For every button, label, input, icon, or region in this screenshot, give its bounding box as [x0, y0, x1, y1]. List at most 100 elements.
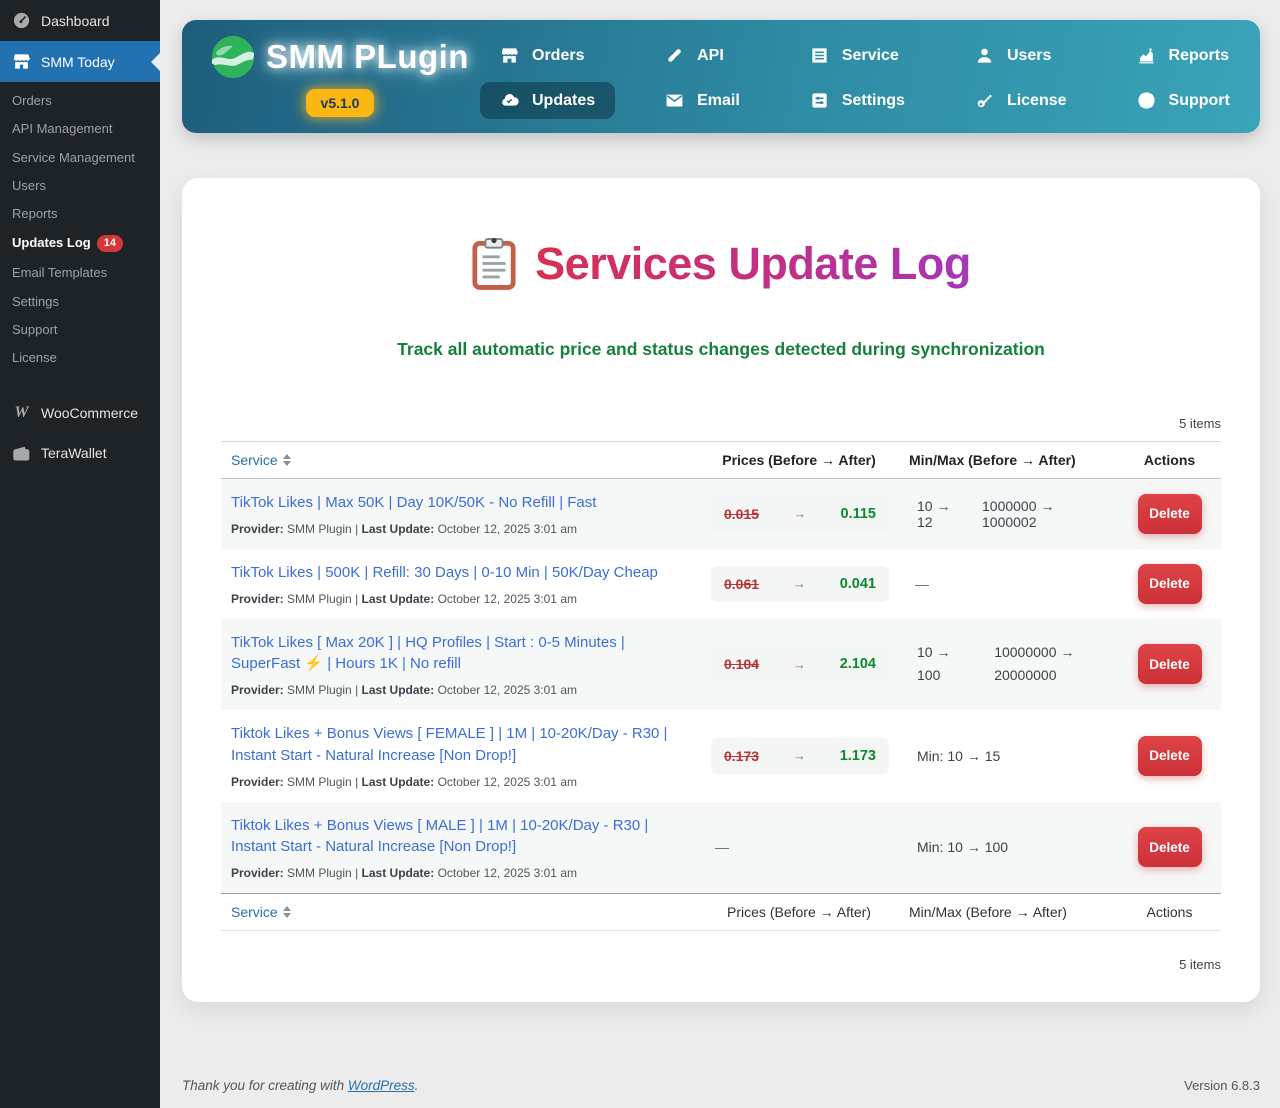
delete-button[interactable]: Delete	[1137, 827, 1202, 868]
minmax-header: Min/Max (Before → After)	[899, 441, 1118, 479]
sort-service-header[interactable]: Service	[231, 452, 291, 468]
envelope-icon	[665, 91, 684, 110]
woocommerce-icon: W	[14, 403, 29, 421]
nav-settings[interactable]: Settings	[790, 82, 925, 119]
smm-submenu: Orders API Management Service Management…	[0, 82, 160, 385]
delete-button[interactable]: Delete	[1137, 493, 1202, 534]
sidebar-item-woocommerce[interactable]: W WooCommerce	[0, 393, 160, 433]
nav-reports[interactable]: Reports	[1117, 37, 1250, 74]
nav-license[interactable]: License	[955, 82, 1087, 119]
sidebar-item-label: TeraWallet	[41, 445, 107, 462]
service-link[interactable]: TikTok Likes [ Max 20K ] | HQ Profiles |…	[231, 632, 689, 676]
brand-title: SMM PLugin	[266, 38, 469, 75]
table-row: Tiktok Likes + Bonus Views [ FEMALE ] | …	[221, 710, 1221, 802]
wp-admin-sidebar: Dashboard SMM Today Orders API Managemen…	[0, 0, 160, 1108]
minmax-value: Min: 10 → 100	[917, 839, 1009, 856]
minmax-value: Min: 10 → 15	[917, 747, 1001, 764]
price-change: 0.104 → 2.104	[711, 646, 889, 683]
main-card: Services Update Log Track all automatic …	[182, 178, 1260, 1002]
updates-table: Service Prices (Before → After) Min/Max …	[221, 441, 1221, 931]
clipboard-icon	[471, 236, 517, 291]
minmax-value: 10 → 12 1000000 → 1000002	[917, 497, 1055, 530]
user-icon	[975, 46, 994, 65]
delete-button[interactable]: Delete	[1137, 735, 1202, 776]
nav-orders[interactable]: Orders	[480, 37, 615, 74]
service-meta: Provider: SMM Plugin | Last Update: Octo…	[231, 591, 577, 606]
sidebar-subitem-users[interactable]: Users	[0, 172, 160, 200]
service-meta: Provider: SMM Plugin | Last Update: Octo…	[231, 866, 577, 880]
price-change: 0.061 → 0.041	[711, 565, 889, 602]
arrow-icon: →	[792, 576, 806, 592]
wordpress-link[interactable]: WordPress	[348, 1078, 415, 1093]
sidebar-item-label: Dashboard	[41, 12, 110, 29]
sidebar-subitem-settings[interactable]: Settings	[0, 288, 160, 316]
sidebar-item-label: SMM Today	[41, 53, 115, 70]
key-icon	[975, 91, 994, 110]
store-icon	[500, 46, 519, 65]
minmax-value: —	[915, 575, 929, 592]
actions-header: Actions	[1118, 441, 1221, 479]
sidebar-item-label: WooCommerce	[41, 404, 138, 421]
nav-users[interactable]: Users	[955, 37, 1087, 74]
minmax-value: 10 → 100 10000000 → 20000000	[917, 644, 1075, 684]
version-badge: v5.1.0	[305, 89, 375, 117]
arrow-icon: →	[793, 506, 807, 522]
items-count-bottom: 5 items	[1179, 957, 1221, 972]
delete-button[interactable]: Delete	[1137, 644, 1202, 685]
service-link[interactable]: Tiktok Likes + Bonus Views [ MALE ] | 1M…	[231, 815, 689, 859]
table-row: TikTok Likes | Max 50K | Day 10K/50K - N…	[221, 478, 1221, 549]
dashboard-icon	[12, 11, 31, 30]
nav-api[interactable]: API	[645, 37, 760, 74]
arrow-icon: →	[792, 656, 806, 672]
page-subtitle: Track all automatic price and status cha…	[397, 339, 1045, 359]
sidebar-subitem-updates-log[interactable]: Updates Log 14	[0, 228, 160, 259]
sort-service-footer[interactable]: Service	[231, 904, 291, 920]
service-link[interactable]: TikTok Likes | Max 50K | Day 10K/50K - N…	[231, 492, 689, 514]
smm-logo-icon	[211, 35, 255, 79]
chart-icon	[1137, 46, 1156, 65]
price-change: 0.015 → 0.115	[711, 495, 889, 532]
nav-support[interactable]: Support	[1117, 82, 1250, 119]
cloud-check-icon	[500, 91, 519, 110]
page-title-row: Services Update Log	[221, 236, 1221, 291]
items-count-top: 5 items	[1179, 416, 1221, 431]
sort-icon	[282, 454, 291, 466]
wallet-icon	[12, 444, 31, 463]
table-row: TikTok Likes [ Max 20K ] | HQ Profiles |…	[221, 618, 1221, 710]
page-title: Services Update Log	[535, 237, 971, 289]
sliders-icon	[810, 91, 829, 110]
sidebar-subitem-reports[interactable]: Reports	[0, 200, 160, 228]
table-header-row: Service Prices (Before → After) Min/Max …	[221, 441, 1221, 479]
service-link[interactable]: Tiktok Likes + Bonus Views [ FEMALE ] | …	[231, 723, 689, 767]
service-meta: Provider: SMM Plugin | Last Update: Octo…	[231, 683, 577, 697]
prices-header: Prices (Before → After)	[699, 441, 899, 479]
store-icon	[12, 52, 31, 71]
price-change: —	[715, 839, 729, 856]
sidebar-subitem-license[interactable]: License	[0, 344, 160, 372]
price-change: 0.173 → 1.173	[711, 737, 889, 774]
table-row: TikTok Likes | 500K | Refill: 30 Days | …	[221, 549, 1221, 619]
sort-icon	[282, 906, 291, 918]
sidebar-item-terawallet[interactable]: TeraWallet	[0, 433, 160, 474]
plugin-header: SMM PLugin v5.1.0 Orders API Service Use…	[182, 20, 1260, 133]
sidebar-subitem-email-templates[interactable]: Email Templates	[0, 259, 160, 287]
header-nav: Orders API Service Users Reports Updates…	[480, 37, 1250, 119]
service-meta: Provider: SMM Plugin | Last Update: Octo…	[231, 774, 577, 789]
sidebar-subitem-service-management[interactable]: Service Management	[0, 144, 160, 172]
sidebar-item-dashboard[interactable]: Dashboard	[0, 0, 160, 41]
brand-block: SMM PLugin v5.1.0	[210, 34, 470, 117]
sidebar-item-smm-today[interactable]: SMM Today	[0, 41, 160, 82]
service-link[interactable]: TikTok Likes | 500K | Refill: 30 Days | …	[231, 562, 689, 584]
footer-version: Version 6.8.3	[1184, 1078, 1260, 1093]
list-icon	[810, 46, 829, 65]
sidebar-subitem-api-management[interactable]: API Management	[0, 115, 160, 143]
nav-email[interactable]: Email	[645, 82, 760, 119]
sidebar-subitem-support[interactable]: Support	[0, 316, 160, 344]
arrow-icon: →	[792, 748, 806, 764]
delete-button[interactable]: Delete	[1137, 563, 1202, 604]
nav-service[interactable]: Service	[790, 37, 925, 74]
sidebar-subitem-orders[interactable]: Orders	[0, 87, 160, 115]
nav-updates[interactable]: Updates	[480, 82, 616, 119]
sidebar-divider	[0, 385, 160, 393]
updates-count-badge: 14	[96, 235, 123, 253]
